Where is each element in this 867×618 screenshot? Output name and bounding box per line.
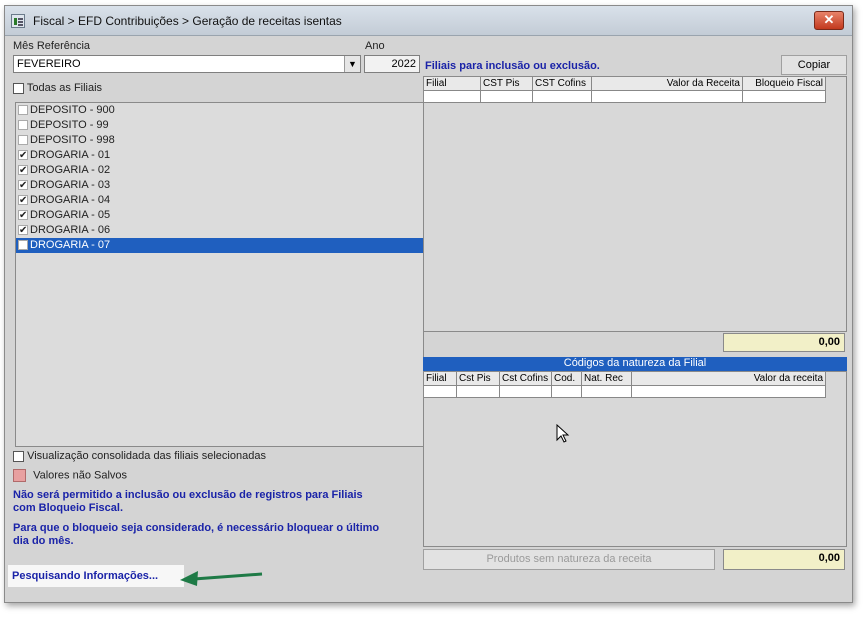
todas-filiais-checkbox[interactable] xyxy=(13,82,24,94)
col-nat-cod[interactable]: Cod. xyxy=(552,372,582,386)
list-item[interactable]: ✔ DROGARIA - 04 xyxy=(16,193,423,208)
visualizacao-label: Visualização consolidada das filiais sel… xyxy=(27,450,266,462)
ano-label: Ano xyxy=(365,40,385,52)
mes-referencia-label: Mês Referência xyxy=(13,40,91,52)
filial-checkbox[interactable]: ✔ xyxy=(18,180,28,191)
close-icon: ✕ xyxy=(823,12,835,27)
mes-referencia-value: FEVEREIRO xyxy=(17,58,81,70)
filial-label: DEPOSITO - 998 xyxy=(30,134,115,146)
ano-input[interactable]: 2022 xyxy=(364,55,420,73)
list-item[interactable]: DEPOSITO - 99 xyxy=(16,118,423,133)
col-nat-rec[interactable]: Nat. Rec xyxy=(582,372,632,386)
filial-label: DROGARIA - 01 xyxy=(30,149,111,161)
list-item[interactable]: DEPOSITO - 900 xyxy=(16,103,423,118)
aviso-ultimo-dia: Para que o bloqueio seja considerado, é … xyxy=(13,522,380,547)
grid-natureza-header: Filial Cst Pis Cst Cofins Cod. Nat. Rec … xyxy=(424,372,826,386)
list-item[interactable]: ✔ DROGARIA - 06 xyxy=(16,223,423,238)
filial-label: DROGARIA - 06 xyxy=(30,224,111,236)
grid-natureza-total: 0,00 xyxy=(723,549,845,570)
filial-checkbox[interactable]: ✔ xyxy=(18,195,28,206)
grid-filiais-header: Filial CST Pis CST Cofins Valor da Recei… xyxy=(424,77,826,91)
col-bloqueio-fiscal[interactable]: Bloqueio Fiscal xyxy=(743,77,826,91)
filial-checkbox[interactable] xyxy=(18,135,28,146)
grid-filiais[interactable]: Filial CST Pis CST Cofins Valor da Recei… xyxy=(423,76,847,332)
filial-checkbox[interactable]: ✔ xyxy=(18,240,28,251)
chevron-down-icon[interactable]: ▼ xyxy=(344,56,360,72)
aviso-bloqueio: Não será permitido a inclusão ou exclusã… xyxy=(13,489,363,514)
visualizacao-checkbox[interactable] xyxy=(13,450,24,462)
col-nat-filial[interactable]: Filial xyxy=(424,372,457,386)
mes-referencia-select[interactable]: FEVEREIRO ▼ xyxy=(13,55,361,73)
filial-checkbox[interactable] xyxy=(18,120,28,131)
filial-label: DROGARIA - 04 xyxy=(30,194,111,206)
filial-checkbox[interactable]: ✔ xyxy=(18,150,28,161)
list-item[interactable]: DEPOSITO - 998 xyxy=(16,133,423,148)
grid-natureza-title: Códigos da natureza da Filial xyxy=(423,357,847,371)
grid-filiais-empty-row[interactable] xyxy=(424,91,826,103)
filial-label: DROGARIA - 07 xyxy=(30,239,111,251)
list-item[interactable]: ✔ DROGARIA - 01 xyxy=(16,148,423,163)
list-item[interactable]: ✔ DROGARIA - 03 xyxy=(16,178,423,193)
col-filial[interactable]: Filial xyxy=(424,77,481,91)
grid-filiais-title: Filiais para inclusão ou exclusão. xyxy=(425,60,600,72)
annotation-arrow-icon xyxy=(180,571,263,586)
title-bar: Fiscal > EFD Contribuições > Geração de … xyxy=(5,6,852,36)
list-item[interactable]: ✔ DROGARIA - 02 xyxy=(16,163,423,178)
filiais-list[interactable]: DEPOSITO - 900 DEPOSITO - 99 DEPOSITO - 99… xyxy=(15,102,424,447)
mouse-cursor-icon xyxy=(556,424,570,443)
close-button[interactable]: ✕ xyxy=(814,11,844,30)
copiar-button[interactable]: Copiar xyxy=(781,55,847,75)
filial-checkbox[interactable]: ✔ xyxy=(18,210,28,221)
filial-label: DROGARIA - 03 xyxy=(30,179,111,191)
visualizacao-option[interactable]: Visualização consolidada das filiais sel… xyxy=(13,450,266,462)
filial-label: DROGARIA - 05 xyxy=(30,209,111,221)
status-text: Pesquisando Informações... xyxy=(8,565,184,587)
col-cst-pis[interactable]: CST Pis xyxy=(481,77,533,91)
window-title: Fiscal > EFD Contribuições > Geração de … xyxy=(33,14,342,28)
valores-nao-salvos-swatch xyxy=(13,469,26,482)
app-icon xyxy=(11,14,25,28)
valores-nao-salvos-legend: Valores não Salvos xyxy=(13,469,127,482)
list-item[interactable]: ✔ DROGARIA - 07 xyxy=(16,238,423,253)
valores-nao-salvos-label: Valores não Salvos xyxy=(33,469,128,482)
filial-label: DROGARIA - 02 xyxy=(30,164,111,176)
filial-label: DEPOSITO - 900 xyxy=(30,104,115,116)
filial-checkbox[interactable]: ✔ xyxy=(18,225,28,236)
dialog-window: Fiscal > EFD Contribuições > Geração de … xyxy=(4,5,853,603)
grid-filiais-total: 0,00 xyxy=(723,333,845,352)
list-item[interactable]: ✔ DROGARIA - 05 xyxy=(16,208,423,223)
col-cst-cofins[interactable]: CST Cofins xyxy=(533,77,592,91)
col-valor-receita[interactable]: Valor da Receita xyxy=(592,77,743,91)
filial-checkbox[interactable] xyxy=(18,105,28,116)
todas-filiais-option[interactable]: Todas as Filiais xyxy=(13,82,102,94)
todas-filiais-label: Todas as Filiais xyxy=(26,82,103,94)
col-nat-cst-cofins[interactable]: Cst Cofins xyxy=(500,372,552,386)
col-nat-cst-pis[interactable]: Cst Pis xyxy=(457,372,500,386)
col-nat-valor-receita[interactable]: Valor da receita xyxy=(632,372,826,386)
grid-natureza-empty-row[interactable] xyxy=(424,386,826,398)
filial-checkbox[interactable]: ✔ xyxy=(18,165,28,176)
filial-label: DEPOSITO - 99 xyxy=(30,119,109,131)
grid-natureza[interactable]: Filial Cst Pis Cst Cofins Cod. Nat. Rec … xyxy=(423,371,847,547)
produtos-sem-natureza-button[interactable]: Produtos sem natureza da receita xyxy=(423,549,715,570)
